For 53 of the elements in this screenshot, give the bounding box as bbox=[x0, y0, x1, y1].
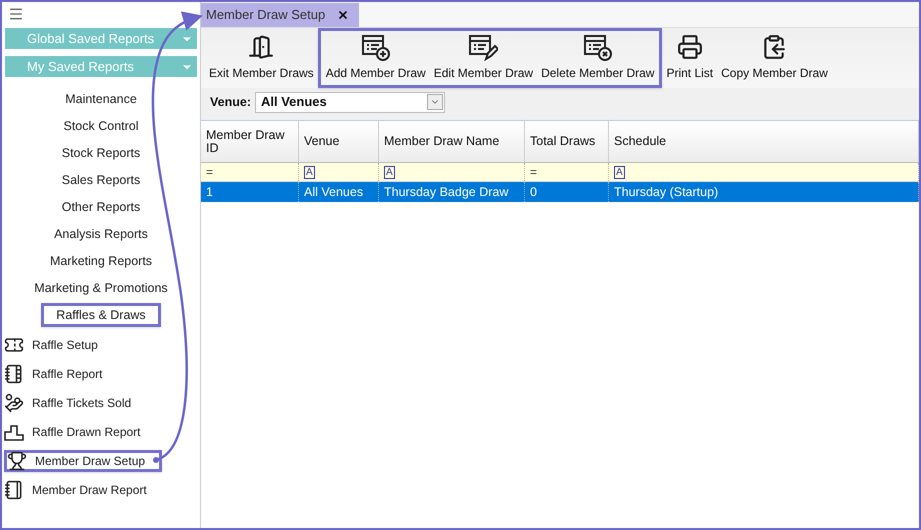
toolbar-button[interactable]: Copy Member Draw bbox=[719, 31, 830, 85]
toolbar-button[interactable]: Print List bbox=[664, 31, 716, 85]
table-cell: Thursday Badge Draw bbox=[379, 182, 525, 202]
menu-item[interactable]: Member Draw Report bbox=[4, 479, 162, 501]
menu-category[interactable]: Marketing & Promotions bbox=[34, 279, 168, 297]
menu-icon[interactable] bbox=[8, 6, 24, 22]
text-filter-icon[interactable]: A bbox=[614, 166, 625, 178]
door-icon bbox=[248, 34, 274, 60]
text-filter-icon[interactable]: A bbox=[304, 166, 315, 178]
close-icon[interactable] bbox=[337, 9, 350, 21]
table-cell: All Venues bbox=[299, 182, 379, 202]
table-cell: Thursday (Startup) bbox=[609, 182, 919, 202]
menu-category[interactable]: Marketing Reports bbox=[50, 252, 152, 270]
podium-icon bbox=[4, 423, 24, 441]
menu-category[interactable]: Sales Reports bbox=[62, 171, 140, 189]
menu-item[interactable]: Raffle Report bbox=[4, 363, 162, 385]
dropdown-caret-icon bbox=[427, 94, 443, 110]
column-header[interactable]: Total Draws bbox=[525, 121, 609, 162]
menu-item[interactable]: Raffle Drawn Report bbox=[4, 421, 162, 443]
toolbar-button[interactable]: Edit Member Draw bbox=[432, 31, 536, 85]
table-cell: 1 bbox=[201, 182, 299, 202]
document-tab[interactable]: Member Draw Setup bbox=[201, 3, 359, 27]
text-filter-icon[interactable]: A bbox=[384, 166, 395, 178]
toolbar-button[interactable]: Exit Member Draws bbox=[207, 31, 316, 85]
toolbar-button[interactable]: Add Member Draw bbox=[324, 31, 428, 85]
notebook-icon bbox=[4, 364, 24, 384]
menu-category[interactable]: Raffles & Draws bbox=[41, 303, 161, 327]
menu-category[interactable]: Stock Reports bbox=[62, 144, 140, 162]
column-header[interactable]: Schedule bbox=[609, 121, 919, 162]
filter-operator[interactable]: = bbox=[206, 163, 214, 181]
table-cell: 0 bbox=[525, 182, 609, 202]
table-row[interactable]: 1 All Venues Thursday Badge Draw 0 Thursday (Startup) bbox=[201, 182, 919, 202]
trophy-icon bbox=[7, 451, 27, 471]
toolbar-button[interactable]: Delete Member Draw bbox=[539, 31, 656, 85]
menu-category[interactable]: Stock Control bbox=[63, 117, 139, 135]
menu-category[interactable]: Other Reports bbox=[62, 198, 140, 216]
menu-item[interactable]: Member Draw Setup bbox=[4, 450, 162, 472]
form-pencil-icon bbox=[468, 34, 498, 62]
venue-dropdown[interactable]: All Venues bbox=[255, 92, 445, 112]
column-header[interactable]: Venue bbox=[299, 121, 379, 162]
filter-operator[interactable]: = bbox=[530, 163, 538, 181]
column-header[interactable]: Member Draw Name bbox=[379, 121, 525, 162]
column-header[interactable]: Member Draw ID bbox=[201, 121, 299, 162]
menu-category[interactable]: Maintenance bbox=[65, 90, 137, 108]
menu-item[interactable]: Raffle Setup bbox=[4, 334, 162, 356]
notebook-icon bbox=[4, 480, 24, 500]
menu-item[interactable]: Raffle Tickets Sold bbox=[4, 392, 162, 414]
form-plus-icon bbox=[360, 34, 391, 62]
menu-category[interactable]: Analysis Reports bbox=[54, 225, 148, 243]
form-cross-icon bbox=[582, 34, 613, 62]
venue-label: Venue: bbox=[210, 94, 251, 111]
hand-coins-icon bbox=[4, 393, 24, 413]
printer-icon bbox=[676, 34, 703, 60]
